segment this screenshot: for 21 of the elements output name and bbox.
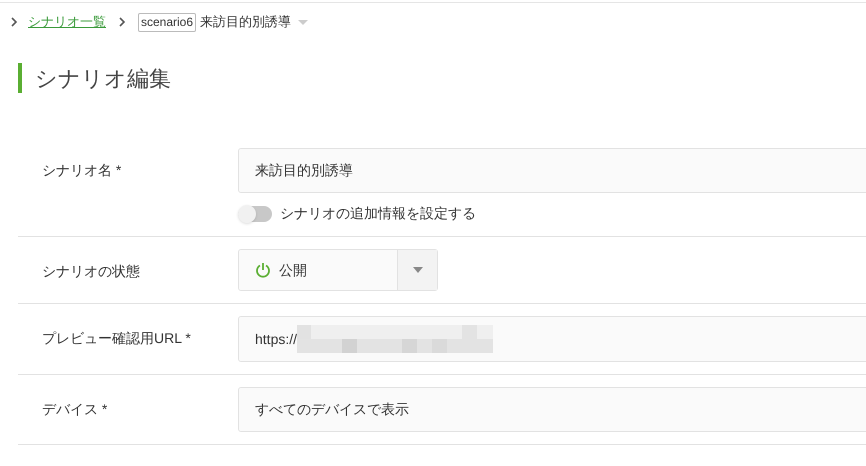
field-label: シナリオの状態 [42, 263, 140, 279]
breadcrumb-link[interactable]: シナリオ一覧 [28, 12, 106, 32]
chevron-icon [10, 17, 18, 27]
url-text: https:// [255, 330, 298, 349]
field-label: デバイス * [42, 401, 108, 417]
power-icon [255, 262, 271, 278]
caret-icon [412, 267, 422, 273]
input-field[interactable]: 来訪目的別誘導 [238, 148, 866, 193]
toggle-label: シナリオの追加情報を設定する [280, 204, 476, 223]
caret-icon[interactable] [297, 18, 310, 26]
input-field[interactable]: https:// [238, 316, 866, 362]
field-label: プレビュー確認用URL * [42, 330, 191, 346]
status-dropdown[interactable]: 公開 [238, 249, 438, 291]
chevron-icon [118, 17, 126, 27]
breadcrumb-current: 来訪目的別誘導 [200, 13, 292, 32]
page-title: シナリオ編集 [35, 64, 171, 92]
field-label: シナリオ名 * [42, 162, 122, 178]
input-field[interactable]: すべてのデバイスで表示 [238, 387, 866, 432]
status-value: 公開 [279, 260, 307, 280]
toggle-switch[interactable] [238, 206, 272, 222]
scenario-id-tag: scenario6 [138, 12, 196, 32]
